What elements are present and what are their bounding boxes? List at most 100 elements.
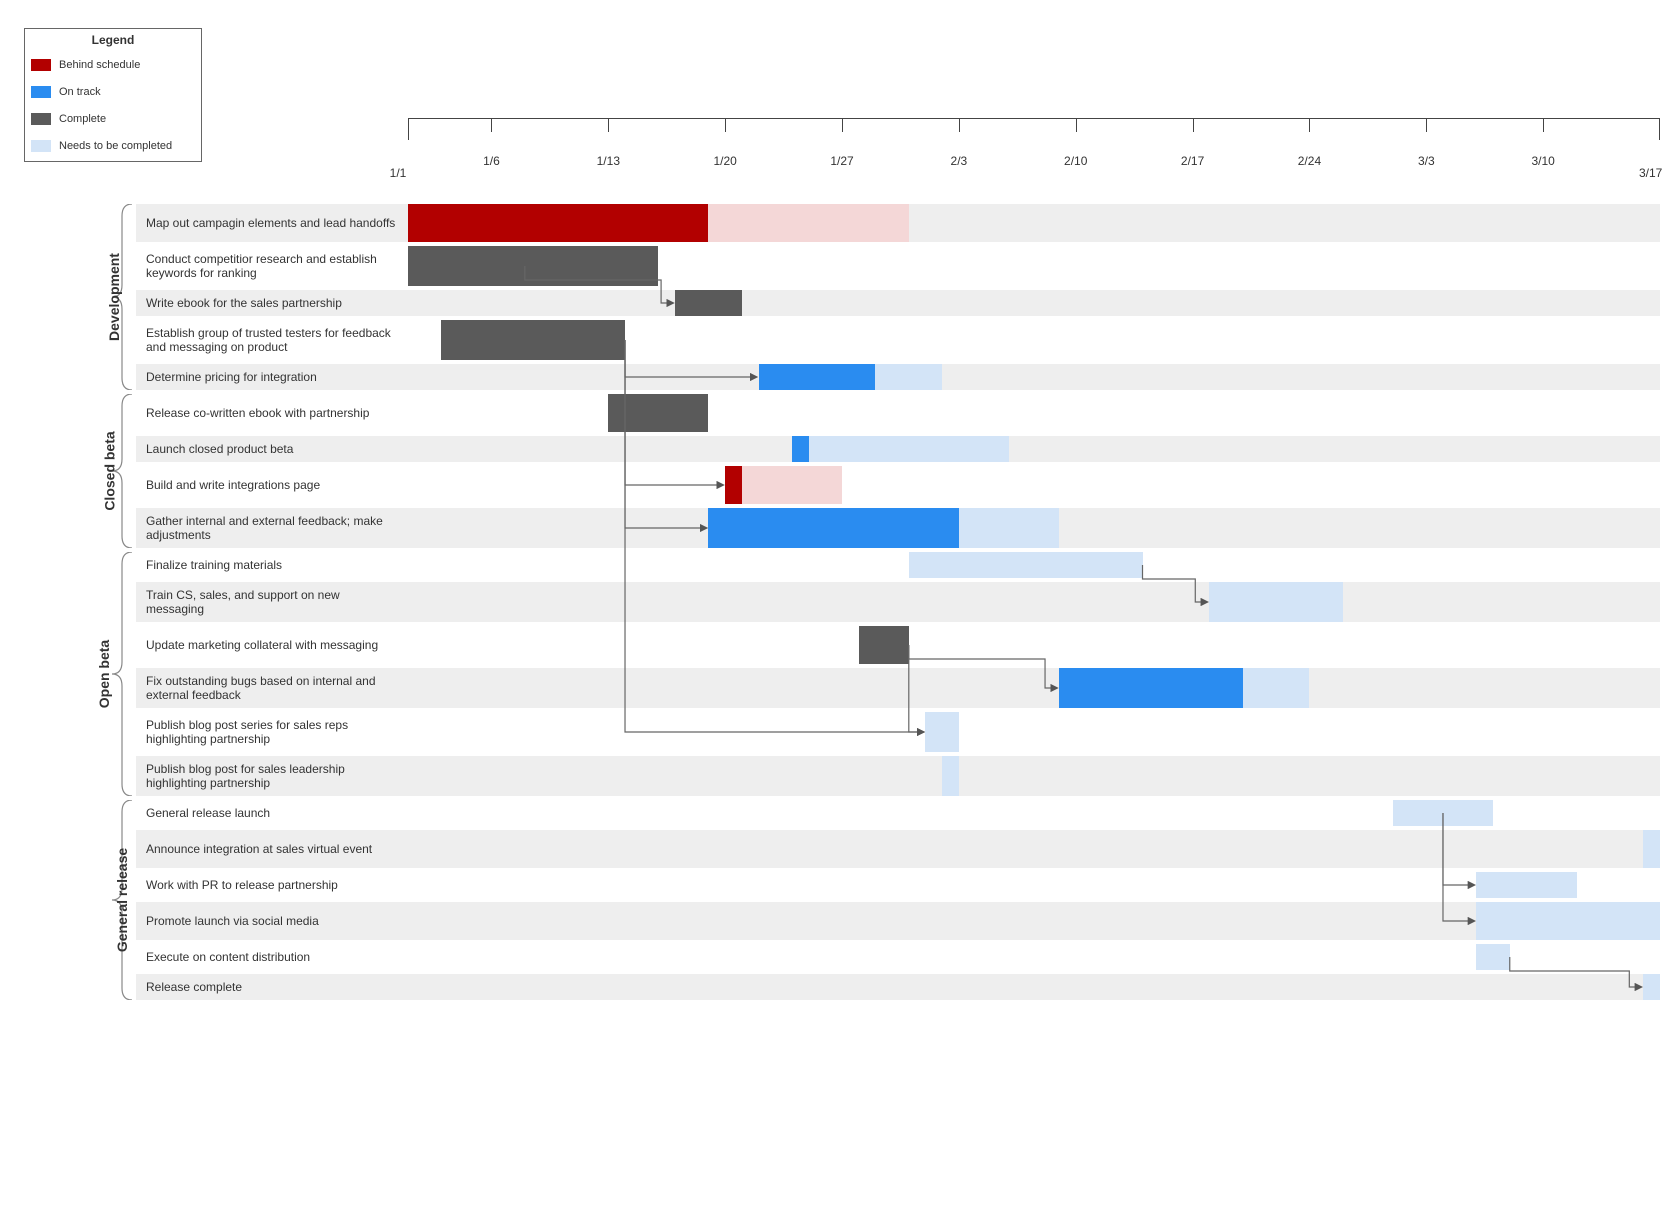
- task-bar: [742, 466, 842, 504]
- task-bar: [959, 508, 1059, 548]
- task-track: [408, 320, 1660, 360]
- task-bar: [1209, 582, 1343, 622]
- axis-tick-start: [408, 118, 409, 140]
- task-track: [408, 902, 1660, 940]
- task-label: Update marketing collateral with messagi…: [136, 626, 408, 664]
- group-label: Open beta: [96, 640, 112, 708]
- gantt-row: Update marketing collateral with messagi…: [136, 626, 1660, 664]
- task-track: [408, 712, 1660, 752]
- axis-tick-label: 1/27: [830, 154, 853, 168]
- legend-item: Complete: [25, 107, 201, 130]
- gantt-rows: Map out campagin elements and lead hando…: [136, 204, 1660, 1004]
- task-bar: [909, 552, 1143, 578]
- axis-line: [408, 118, 1660, 119]
- gantt-row: Map out campagin elements and lead hando…: [136, 204, 1660, 242]
- gantt-row: Finalize training materials: [136, 552, 1660, 578]
- task-bar: [1476, 944, 1509, 970]
- gantt-row: Execute on content distribution: [136, 944, 1660, 970]
- task-label: Fix outstanding bugs based on internal a…: [136, 668, 408, 708]
- task-bar: [725, 466, 742, 504]
- task-label: Announce integration at sales virtual ev…: [136, 830, 408, 868]
- legend-label: On track: [59, 86, 101, 98]
- task-track: [408, 872, 1660, 898]
- task-label: Write ebook for the sales partnership: [136, 290, 408, 316]
- gantt-row: Gather internal and external feedback; m…: [136, 508, 1660, 548]
- gantt-row: Establish group of trusted testers for f…: [136, 320, 1660, 360]
- task-bar: [759, 364, 876, 390]
- gantt-row: Write ebook for the sales partnership: [136, 290, 1660, 316]
- task-bar: [708, 508, 958, 548]
- task-bar: [408, 204, 708, 242]
- task-bar: [875, 364, 942, 390]
- task-bar: [809, 436, 1009, 462]
- gantt-row: Determine pricing for integration: [136, 364, 1660, 390]
- legend-label: Complete: [59, 113, 106, 125]
- legend-swatch: [31, 140, 51, 152]
- gantt-row: Work with PR to release partnership: [136, 872, 1660, 898]
- group-label: Development: [106, 253, 122, 341]
- task-bar: [1393, 800, 1493, 826]
- task-label: Publish blog post series for sales reps …: [136, 712, 408, 752]
- axis-tick: [608, 118, 609, 132]
- task-label: Determine pricing for integration: [136, 364, 408, 390]
- task-track: [408, 944, 1660, 970]
- task-bar: [1643, 974, 1660, 1000]
- axis-tick-label: 2/17: [1181, 154, 1204, 168]
- task-track: [408, 974, 1660, 1000]
- axis-tick: [491, 118, 492, 132]
- gantt-row: Conduct competitior research and establi…: [136, 246, 1660, 286]
- task-label: Establish group of trusted testers for f…: [136, 320, 408, 360]
- gantt-row: Release complete: [136, 974, 1660, 1000]
- legend-swatch: [31, 86, 51, 98]
- legend-label: Needs to be completed: [59, 140, 172, 152]
- task-bar: [441, 320, 625, 360]
- task-label: Release complete: [136, 974, 408, 1000]
- task-bar: [408, 246, 658, 286]
- axis-tick: [1426, 118, 1427, 132]
- gantt-row: Release co-written ebook with partnershi…: [136, 394, 1660, 432]
- legend-label: Behind schedule: [59, 59, 140, 71]
- task-track: [408, 364, 1660, 390]
- axis-tick: [959, 118, 960, 132]
- axis-tick-label: 3/10: [1531, 154, 1554, 168]
- task-bar: [1059, 668, 1243, 708]
- task-track: [408, 394, 1660, 432]
- task-bar: [925, 712, 958, 752]
- task-track: [408, 246, 1660, 286]
- gantt-row: Launch closed product beta: [136, 436, 1660, 462]
- task-track: [408, 756, 1660, 796]
- timeline-axis: 1/1 3/17 1/61/131/201/272/32/102/172/243…: [408, 118, 1660, 180]
- task-bar: [859, 626, 909, 664]
- task-bar: [675, 290, 742, 316]
- axis-tick-label: 1/13: [597, 154, 620, 168]
- gantt-row: Publish blog post for sales leadership h…: [136, 756, 1660, 796]
- axis-tick-end: [1659, 118, 1660, 140]
- task-bar: [1476, 902, 1660, 940]
- task-track: [408, 436, 1660, 462]
- task-label: Build and write integrations page: [136, 466, 408, 504]
- axis-tick-label: 1/20: [713, 154, 736, 168]
- legend: Legend Behind schedule On track Complete Ne…: [24, 28, 202, 162]
- task-bar: [942, 756, 959, 796]
- task-track: [408, 204, 1660, 242]
- legend-item: On track: [25, 80, 201, 103]
- gantt-row: Fix outstanding bugs based on internal a…: [136, 668, 1660, 708]
- axis-tick: [1309, 118, 1310, 132]
- gantt-row: Promote launch via social media: [136, 902, 1660, 940]
- task-track: [408, 668, 1660, 708]
- legend-title: Legend: [25, 29, 201, 53]
- task-bar: [1243, 668, 1310, 708]
- task-label: Release co-written ebook with partnershi…: [136, 394, 408, 432]
- task-label: General release launch: [136, 800, 408, 826]
- task-track: [408, 582, 1660, 622]
- axis-tick-label: 2/3: [951, 154, 968, 168]
- task-track: [408, 508, 1660, 548]
- axis-tick-label: 3/3: [1418, 154, 1435, 168]
- task-label: Conduct competitior research and establi…: [136, 246, 408, 286]
- legend-item: Behind schedule: [25, 53, 201, 76]
- legend-swatch: [31, 113, 51, 125]
- gantt-row: Train CS, sales, and support on new mess…: [136, 582, 1660, 622]
- task-label: Execute on content distribution: [136, 944, 408, 970]
- axis-tick: [1543, 118, 1544, 132]
- gantt-row: Announce integration at sales virtual ev…: [136, 830, 1660, 868]
